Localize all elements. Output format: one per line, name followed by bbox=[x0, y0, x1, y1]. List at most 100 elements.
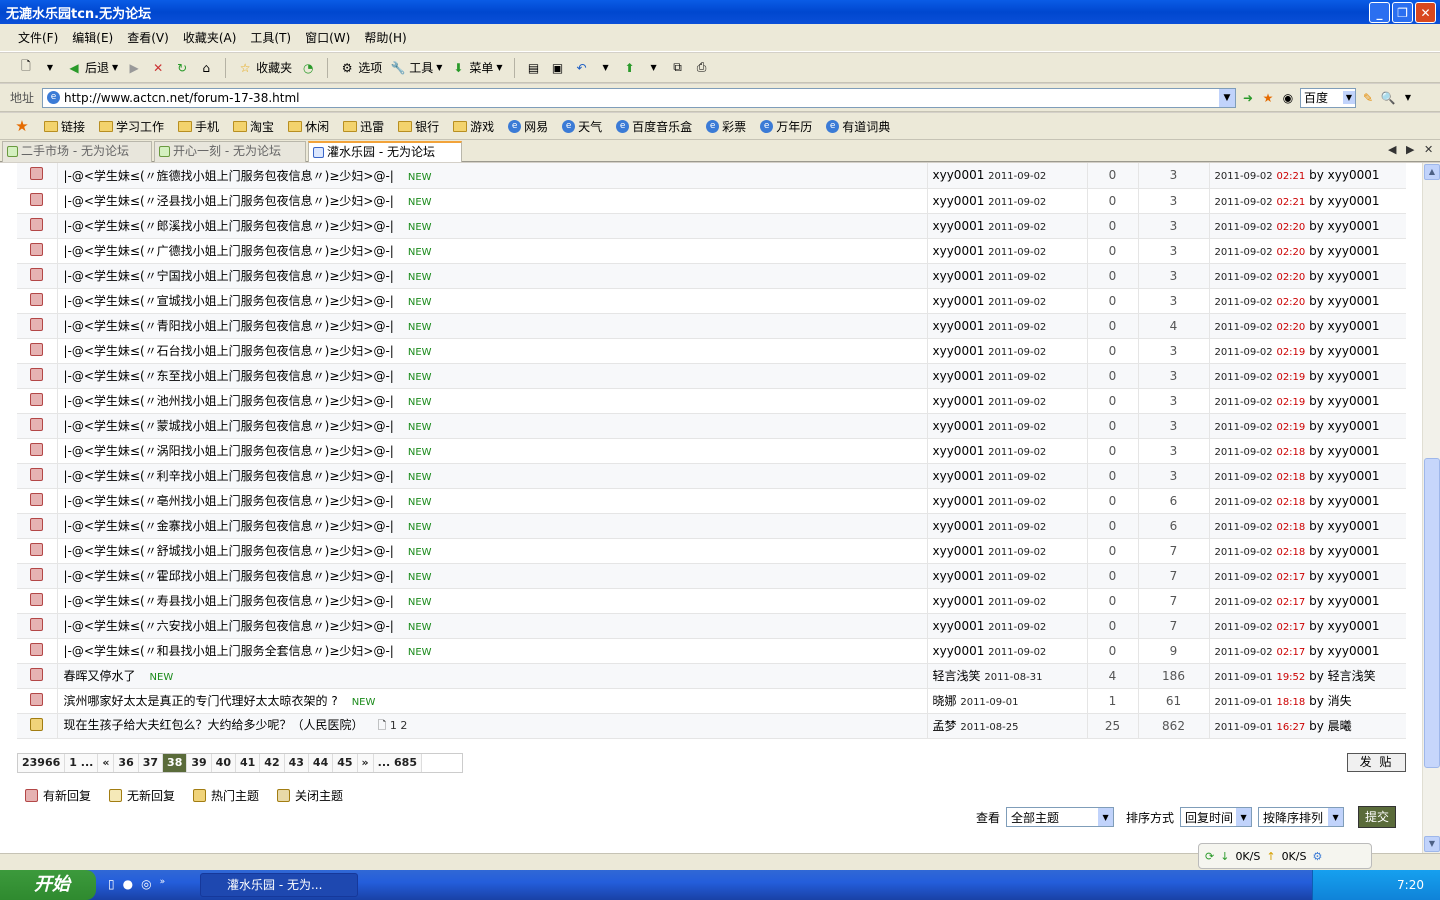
last-poster-link[interactable]: xyy0001 bbox=[1328, 594, 1380, 608]
thread-title-link[interactable]: |-@<学生妹≤(〃广德找小姐上门服务包夜信息〃)≥少妇>@-| bbox=[64, 244, 394, 258]
menu-view[interactable]: 查看(V) bbox=[127, 29, 169, 46]
link-item[interactable]: e 网易 bbox=[508, 118, 548, 135]
pager-page[interactable]: 45 bbox=[333, 754, 358, 772]
pager-page[interactable]: 40 bbox=[212, 754, 236, 772]
author-link[interactable]: xyy0001 bbox=[933, 194, 985, 208]
network-icon[interactable]: ⚙ bbox=[1312, 850, 1322, 863]
stop-icon[interactable]: ✕ bbox=[150, 60, 166, 76]
author-link[interactable]: xyy0001 bbox=[933, 294, 985, 308]
submit-button[interactable]: 提交 bbox=[1358, 806, 1397, 828]
layout-icon[interactable]: ▤ bbox=[526, 60, 542, 76]
author-link[interactable]: 晓娜 bbox=[933, 694, 957, 708]
url-input[interactable]: e http://www.actcn.net/forum-17-38.html … bbox=[42, 87, 1236, 108]
last-poster-link[interactable]: xyy0001 bbox=[1328, 644, 1380, 658]
menu-favorites[interactable]: 收藏夹(A) bbox=[183, 29, 237, 46]
search-icon[interactable]: 🔍 bbox=[1380, 90, 1396, 106]
undo-icon[interactable]: ↶ bbox=[574, 60, 590, 76]
author-link[interactable]: xyy0001 bbox=[933, 269, 985, 283]
last-post-date[interactable]: 2011-09-02 bbox=[1215, 322, 1273, 333]
link-folder[interactable]: 淘宝 bbox=[233, 118, 274, 135]
link-item[interactable]: e 天气 bbox=[562, 118, 602, 135]
pager-first[interactable]: 1 ... bbox=[65, 754, 99, 772]
last-poster-link[interactable]: xyy0001 bbox=[1328, 194, 1380, 208]
sort-select[interactable]: 回复时间 ▼ bbox=[1180, 807, 1253, 827]
favorites-star-icon[interactable]: ★ bbox=[14, 117, 30, 135]
thread-title-link[interactable]: |-@<学生妹≤(〃郎溪找小姐上门服务包夜信息〃)≥少妇>@-| bbox=[64, 219, 394, 233]
last-poster-link[interactable]: xyy0001 bbox=[1328, 419, 1380, 433]
author-link[interactable]: xyy0001 bbox=[933, 619, 985, 633]
last-post-date[interactable]: 2011-09-01 bbox=[1215, 697, 1273, 708]
last-poster-link[interactable]: xyy0001 bbox=[1328, 168, 1380, 182]
author-link[interactable]: 孟梦 bbox=[933, 719, 957, 733]
last-poster-link[interactable]: xyy0001 bbox=[1328, 494, 1380, 508]
author-link[interactable]: 轻言浅笑 bbox=[933, 669, 981, 683]
last-post-date[interactable]: 2011-09-02 bbox=[1215, 347, 1273, 358]
last-post-date[interactable]: 2011-09-01 bbox=[1215, 722, 1273, 733]
last-poster-link[interactable]: xyy0001 bbox=[1328, 269, 1380, 283]
desktop-icon[interactable]: ▯ bbox=[108, 877, 115, 891]
last-poster-link[interactable]: 轻言浅笑 bbox=[1328, 669, 1376, 683]
home-icon[interactable]: ⌂ bbox=[198, 60, 214, 76]
link-folder[interactable]: 休闲 bbox=[288, 118, 329, 135]
thread-title-link[interactable]: |-@<学生妹≤(〃舒城找小姐上门服务包夜信息〃)≥少妇>@-| bbox=[64, 544, 394, 558]
options-button[interactable]: ⚙ 选项 bbox=[339, 59, 382, 76]
link-item[interactable]: e 彩票 bbox=[706, 118, 746, 135]
author-link[interactable]: xyy0001 bbox=[933, 344, 985, 358]
chevron-down-icon[interactable]: ▼ bbox=[598, 60, 614, 76]
pager-next[interactable]: » bbox=[358, 754, 374, 772]
menu-help[interactable]: 帮助(H) bbox=[364, 29, 406, 46]
last-post-date[interactable]: 2011-09-02 bbox=[1215, 422, 1273, 433]
thread-title-link[interactable]: |-@<学生妹≤(〃利辛找小姐上门服务包夜信息〃)≥少妇>@-| bbox=[64, 469, 394, 483]
author-link[interactable]: xyy0001 bbox=[933, 319, 985, 333]
pencil-icon[interactable]: ✎ bbox=[1360, 90, 1376, 106]
scroll-up-icon[interactable]: ▲ bbox=[1424, 164, 1440, 180]
author-link[interactable]: xyy0001 bbox=[933, 244, 985, 258]
thread-title-link[interactable]: |-@<学生妹≤(〃池州找小姐上门服务包夜信息〃)≥少妇>@-| bbox=[64, 394, 394, 408]
pager-page[interactable]: 43 bbox=[285, 754, 309, 772]
tab-water-park[interactable]: 灌水乐园 - 无为论坛 bbox=[308, 141, 462, 162]
last-poster-link[interactable]: xyy0001 bbox=[1328, 569, 1380, 583]
last-post-date[interactable]: 2011-09-02 bbox=[1215, 597, 1273, 608]
author-link[interactable]: xyy0001 bbox=[933, 168, 985, 182]
upload-icon[interactable]: ⬆ bbox=[622, 60, 638, 76]
thread-title-link[interactable]: 滨州哪家好太太是真正的专门代理好太太晾衣架的 ? bbox=[64, 694, 338, 708]
window-icon[interactable]: ▣ bbox=[550, 60, 566, 76]
link-folder[interactable]: 游戏 bbox=[453, 118, 494, 135]
history-icon[interactable]: ◔ bbox=[300, 60, 316, 76]
link-item[interactable]: e 万年历 bbox=[760, 118, 812, 135]
last-poster-link[interactable]: xyy0001 bbox=[1328, 519, 1380, 533]
tab-scroll-right-icon[interactable]: ▶ bbox=[1406, 143, 1414, 156]
pager-page[interactable]: 37 bbox=[139, 754, 164, 772]
scroll-down-icon[interactable]: ▼ bbox=[1424, 836, 1440, 852]
chevron-down-icon[interactable]: ▼ bbox=[1400, 90, 1416, 106]
author-link[interactable]: xyy0001 bbox=[933, 494, 985, 508]
close-button[interactable]: ✕ bbox=[1415, 2, 1436, 23]
thread-title-link[interactable]: |-@<学生妹≤(〃泾县找小姐上门服务包夜信息〃)≥少妇>@-| bbox=[64, 194, 394, 208]
view-select[interactable]: 全部主题 ▼ bbox=[1006, 807, 1115, 827]
refresh-icon[interactable]: ⟳ bbox=[1205, 850, 1214, 863]
thread-title-link[interactable]: |-@<学生妹≤(〃霍邱找小姐上门服务包夜信息〃)≥少妇>@-| bbox=[64, 569, 394, 583]
page-jump-input[interactable] bbox=[421, 754, 462, 772]
back-button[interactable]: ◀ 后退 ▼ bbox=[66, 59, 118, 76]
last-poster-link[interactable]: xyy0001 bbox=[1328, 369, 1380, 383]
last-poster-link[interactable]: 消失 bbox=[1328, 694, 1352, 708]
thread-title-link[interactable]: |-@<学生妹≤(〃宁国找小姐上门服务包夜信息〃)≥少妇>@-| bbox=[64, 269, 394, 283]
last-post-date[interactable]: 2011-09-02 bbox=[1215, 647, 1273, 658]
thread-title-link[interactable]: |-@<学生妹≤(〃六安找小姐上门服务包夜信息〃)≥少妇>@-| bbox=[64, 619, 394, 633]
last-post-date[interactable]: 2011-09-02 bbox=[1215, 171, 1273, 182]
last-poster-link[interactable]: xyy0001 bbox=[1328, 619, 1380, 633]
pager-page[interactable]: 39 bbox=[187, 754, 212, 772]
thread-title-link[interactable]: |-@<学生妹≤(〃蒙城找小姐上门服务包夜信息〃)≥少妇>@-| bbox=[64, 419, 394, 433]
link-item[interactable]: e 百度音乐盒 bbox=[616, 118, 692, 135]
scroll-thumb[interactable] bbox=[1424, 458, 1440, 768]
forward-icon[interactable]: ▶ bbox=[126, 60, 142, 76]
new-post-button[interactable]: 发 贴 bbox=[1347, 753, 1406, 772]
thread-title-link[interactable]: |-@<学生妹≤(〃旌德找小姐上门服务包夜信息〃)≥少妇>@-| bbox=[64, 169, 394, 183]
thread-title-link[interactable]: |-@<学生妹≤(〃金寨找小姐上门服务包夜信息〃)≥少妇>@-| bbox=[64, 519, 394, 533]
tab-happy-moment[interactable]: 开心一刻 - 无为论坛 bbox=[154, 141, 306, 162]
last-poster-link[interactable]: xyy0001 bbox=[1328, 319, 1380, 333]
screenshot-icon[interactable]: ⧉ bbox=[670, 60, 686, 76]
last-post-date[interactable]: 2011-09-02 bbox=[1215, 247, 1273, 258]
browser-icon[interactable]: ◎ bbox=[141, 877, 151, 891]
last-poster-link[interactable]: 晨曦 bbox=[1328, 719, 1352, 733]
